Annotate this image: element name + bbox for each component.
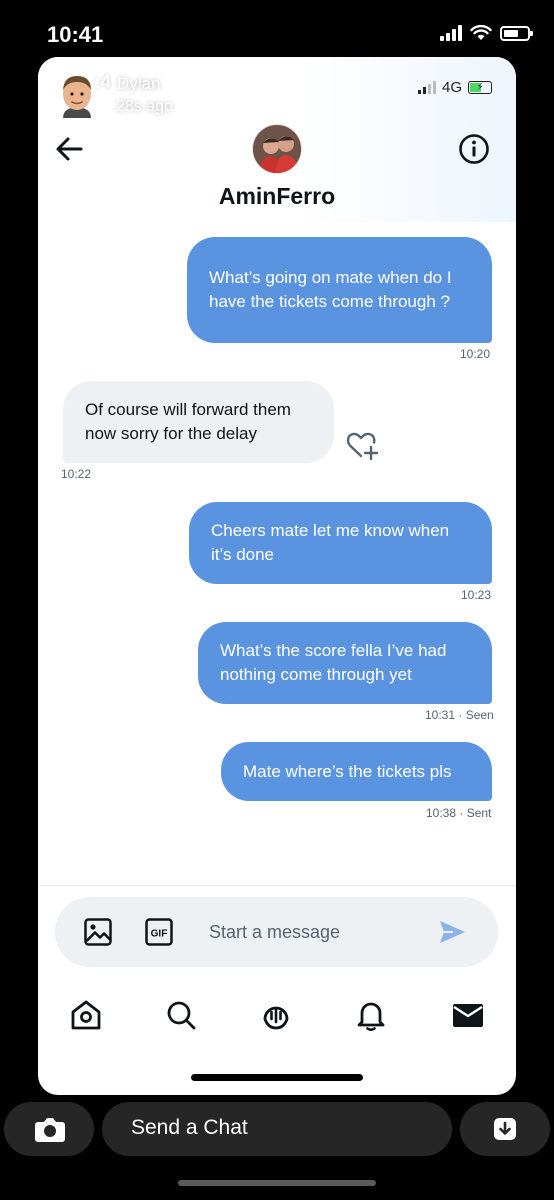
battery-icon xyxy=(500,25,533,41)
message-bubble-outgoing[interactable]: What’s going on mate when do I have the … xyxy=(187,237,492,343)
bottom-navigation xyxy=(38,995,516,1039)
snap-sender-name[interactable]: Dylan xyxy=(117,74,160,94)
nav-spaces[interactable] xyxy=(256,995,296,1035)
message-timestamp: 10:38 · Sent xyxy=(426,806,492,820)
message-bubble-incoming[interactable]: Of course will forward them now sorry fo… xyxy=(63,381,334,463)
message-composer: GIF xyxy=(55,897,498,967)
phone-home-indicator xyxy=(178,1180,376,1186)
phone-clock: 10:41 xyxy=(47,22,104,47)
camera-button[interactable] xyxy=(4,1102,94,1156)
message-timestamp: 10:22 xyxy=(61,467,92,481)
info-icon[interactable] xyxy=(458,133,490,165)
nav-notifications[interactable] xyxy=(351,995,391,1035)
camera-icon xyxy=(35,1118,65,1142)
conversation-title: AminFerro xyxy=(218,183,336,209)
message-bubble-outgoing[interactable]: Mate where’s the tickets pls xyxy=(221,742,492,801)
phone-status-bar: 10:41 xyxy=(0,0,554,60)
add-reaction-icon[interactable] xyxy=(346,430,380,460)
message-timestamp: 10:23 xyxy=(461,588,492,602)
inner-signal-icon xyxy=(417,81,436,94)
message-bubble-outgoing[interactable]: Cheers mate let me know when it’s done xyxy=(189,502,492,584)
message-text: Cheers mate let me know when it’s done xyxy=(211,521,450,564)
message-timestamp: 10:31 · Seen xyxy=(425,708,494,722)
wifi-icon xyxy=(470,25,492,40)
search-icon xyxy=(167,1001,196,1030)
cellular-signal-icon xyxy=(440,25,462,41)
message-bubble-outgoing[interactable]: What’s the score fella I’ve had nothing … xyxy=(198,622,492,704)
message-timestamp: 10:20 xyxy=(460,347,491,361)
contact-avatar[interactable] xyxy=(252,124,302,174)
inner-battery-icon: ⚡ xyxy=(468,81,492,94)
inner-status-bar: 4G ⚡ xyxy=(417,79,492,96)
save-snap-button[interactable] xyxy=(460,1102,550,1156)
nav-home[interactable] xyxy=(66,995,106,1035)
spaces-icon xyxy=(263,1006,289,1030)
home-indicator xyxy=(191,1074,363,1081)
notifications-icon xyxy=(357,1002,385,1032)
image-icon[interactable] xyxy=(83,917,113,947)
snap-overlay-clock: :4 xyxy=(94,72,111,93)
snap-time-ago: 28s ago xyxy=(116,98,173,115)
download-icon xyxy=(494,1118,516,1140)
network-type: 4G xyxy=(441,79,462,96)
nav-search[interactable] xyxy=(161,995,201,1035)
gif-icon[interactable]: GIF xyxy=(144,917,174,947)
messages-icon xyxy=(453,1004,483,1027)
send-a-chat-label: Send a Chat xyxy=(131,1116,248,1139)
send-a-chat-field[interactable]: Send a Chat xyxy=(102,1102,452,1156)
back-arrow-icon[interactable] xyxy=(54,135,84,163)
message-text: Of course will forward them now sorry fo… xyxy=(85,400,291,443)
composer-divider xyxy=(38,885,516,886)
message-input[interactable] xyxy=(209,918,429,946)
message-text: What’s going on mate when do I have the … xyxy=(209,268,452,311)
phone-status-icons xyxy=(440,25,533,41)
message-text: What’s the score fella I’ve had nothing … xyxy=(220,641,447,684)
home-icon xyxy=(71,1000,101,1030)
gif-label: GIF xyxy=(151,929,168,940)
nav-messages[interactable] xyxy=(448,995,488,1035)
dm-screenshot: 4G ⚡ AminFerro What’s going on mate when… xyxy=(38,57,516,1095)
send-icon[interactable] xyxy=(437,918,467,946)
message-text: Mate where’s the tickets pls xyxy=(243,761,452,781)
